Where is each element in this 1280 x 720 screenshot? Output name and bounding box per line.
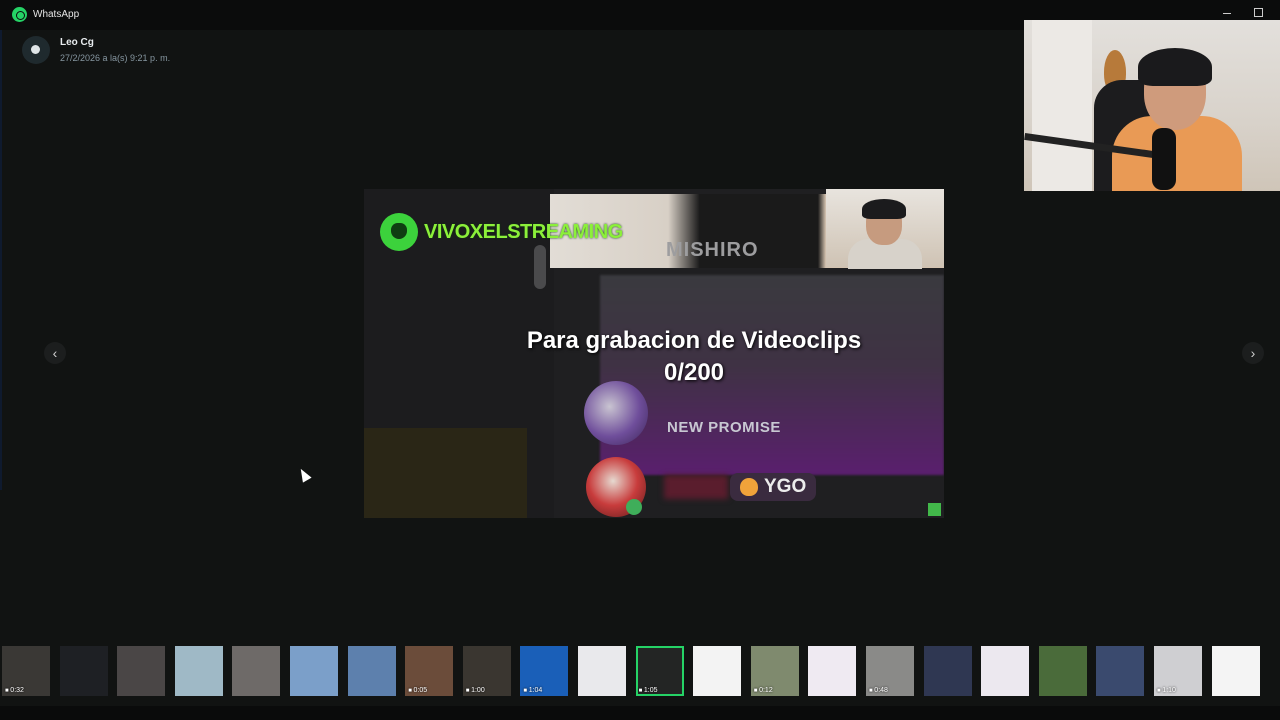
media-thumbnail[interactable]: 1:10 <box>1154 646 1202 696</box>
video-caption-line2: 0/200 <box>663 359 725 386</box>
video-badge-text: NEW PROMISE <box>667 419 781 436</box>
media-thumbnail[interactable] <box>981 646 1030 696</box>
media-thumbnail[interactable]: 0:05 <box>405 646 454 696</box>
minimize-button[interactable] <box>1220 5 1234 19</box>
media-thumbnail-strip: 0:32 0:05 1:00 1:04 1:05 0:12 0:48 1:10 <box>0 646 1280 696</box>
video-online-dot <box>626 499 642 515</box>
media-thumbnail[interactable] <box>1211 646 1260 696</box>
webcam-microphone <box>1152 128 1176 190</box>
video-ygo-badge: YGO <box>730 473 817 501</box>
media-thumbnail[interactable] <box>117 646 166 696</box>
video-red-blur <box>664 475 728 499</box>
video-top-text: MISHIRO <box>666 239 759 261</box>
media-thumbnail[interactable] <box>808 646 857 696</box>
media-thumbnail[interactable] <box>1038 646 1087 696</box>
media-thumbnail[interactable] <box>923 646 972 696</box>
thumbnail-duration: 1:04 <box>523 687 543 694</box>
video-avatar-1 <box>584 381 648 445</box>
channel-watermark: VIVOXELSTREAMING <box>380 213 623 251</box>
media-thumbnail[interactable] <box>59 646 108 696</box>
media-thumbnail[interactable]: 0:32 <box>2 646 50 696</box>
media-thumbnail[interactable]: 0:48 <box>866 646 914 696</box>
video-caption-line1: Para grabacion de Videoclips <box>526 327 862 354</box>
sender-info: Leo Cg 27/2/2026 a la(s) 9:21 p. m. <box>22 36 170 64</box>
media-viewer-video[interactable]: VIVOXELSTREAMING MISHIRO NEW PROMISE YGO… <box>364 189 944 518</box>
sender-name: Leo Cg <box>60 37 94 48</box>
thumbnail-duration: 0:12 <box>754 687 773 694</box>
next-media-button[interactable]: › <box>1242 342 1264 364</box>
flame-icon <box>740 478 758 496</box>
channel-name: VIVOXELSTREAMING <box>424 220 623 243</box>
sidebar-edge <box>0 30 2 490</box>
channel-logo-icon <box>380 213 418 251</box>
maximize-button[interactable] <box>1252 6 1263 17</box>
video-olive-block <box>364 428 527 518</box>
app-title: WhatsApp <box>33 9 80 20</box>
thumbnail-duration: 0:48 <box>869 687 888 694</box>
media-thumbnail[interactable] <box>578 646 626 696</box>
thumbnail-duration: 0:05 <box>408 687 427 694</box>
video-scroll-pill <box>534 245 546 289</box>
media-thumbnail[interactable]: 1:05 <box>635 646 684 696</box>
media-thumbnail[interactable] <box>347 646 396 696</box>
chevron-left-icon: ‹ <box>52 345 58 361</box>
thumbnail-duration: 1:05 <box>639 687 658 694</box>
thumbnail-duration: 0:32 <box>5 687 24 694</box>
webcam-bg-door <box>1032 20 1092 191</box>
webcam-person-hair <box>1138 48 1212 86</box>
chevron-right-icon: › <box>1250 345 1256 361</box>
video-ygo-text: YGO <box>764 476 807 497</box>
taskbar <box>0 706 1280 720</box>
avatar[interactable] <box>22 36 50 64</box>
media-thumbnail[interactable]: 0:12 <box>750 646 799 696</box>
media-thumbnail[interactable] <box>1096 646 1145 696</box>
media-thumbnail[interactable]: 1:00 <box>462 646 511 696</box>
video-inner-webcam <box>826 189 944 269</box>
video-green-square <box>928 503 941 516</box>
media-thumbnail[interactable] <box>174 646 223 696</box>
video-caption: Para grabacion de Videoclips 0/200 <box>364 325 944 389</box>
media-thumbnail[interactable]: 1:04 <box>520 646 569 696</box>
mouse-cursor-icon <box>296 466 312 483</box>
previous-media-button[interactable]: ‹ <box>44 342 66 364</box>
media-thumbnail[interactable] <box>232 646 281 696</box>
webcam-overlay <box>1024 20 1280 191</box>
thumbnail-duration: 1:00 <box>466 687 485 694</box>
media-thumbnail[interactable] <box>693 646 742 696</box>
media-thumbnail[interactable] <box>290 646 338 696</box>
message-timestamp: 27/2/2026 a la(s) 9:21 p. m. <box>60 53 171 63</box>
thumbnail-duration: 1:10 <box>1157 687 1176 694</box>
whatsapp-logo-icon <box>12 7 27 22</box>
inner-webcam-hair <box>862 199 906 219</box>
